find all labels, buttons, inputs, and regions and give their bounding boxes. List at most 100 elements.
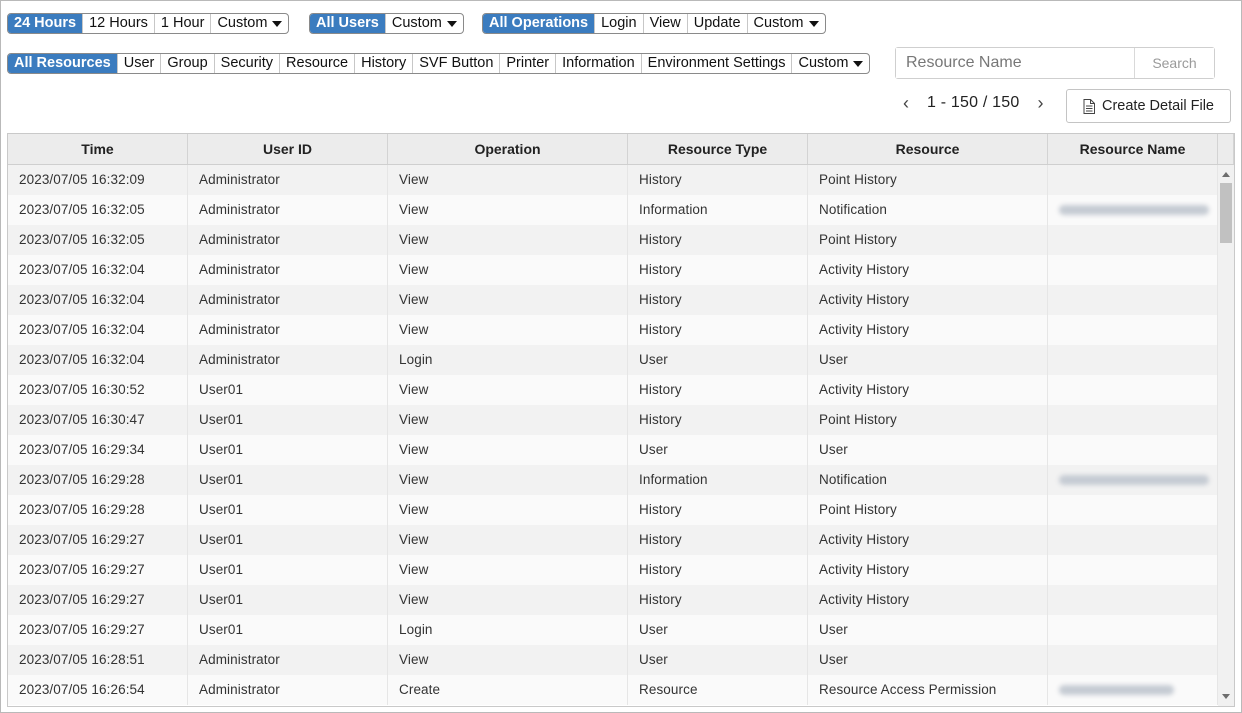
create-detail-file-button[interactable]: Create Detail File xyxy=(1066,89,1231,123)
cell-operation: View xyxy=(388,405,628,435)
resource-name-search: Search xyxy=(895,47,1215,79)
table-row[interactable]: 2023/07/05 16:30:52 User01 View History Acti… xyxy=(8,375,1218,405)
cell-time: 2023/07/05 16:29:28 xyxy=(8,495,188,525)
cell-user-id: User01 xyxy=(188,465,388,495)
operations-filter-login[interactable]: Login xyxy=(594,14,642,33)
table-row[interactable]: 2023/07/05 16:29:28 User01 View History Poin… xyxy=(8,495,1218,525)
resources-filter-custom-label: Custom xyxy=(798,55,849,71)
caret-down-icon xyxy=(446,20,457,27)
operations-filter-all-operations[interactable]: All Operations xyxy=(483,14,595,33)
cell-time: 2023/07/05 16:29:27 xyxy=(8,525,188,555)
users-filter: All Users Custom xyxy=(309,13,464,34)
resources-filter-svf-button[interactable]: SVF Button xyxy=(412,54,499,73)
scroll-down-arrow-icon[interactable] xyxy=(1222,694,1230,699)
resources-filter-environment-settings[interactable]: Environment Settings xyxy=(640,54,792,73)
table-row[interactable]: 2023/07/05 16:32:04 Administrator Login Use… xyxy=(8,345,1218,375)
column-header-operation[interactable]: Operation xyxy=(388,134,628,164)
operations-filter-view[interactable]: View xyxy=(642,14,687,33)
cell-resource-name xyxy=(1048,645,1218,675)
table-row[interactable]: 2023/07/05 16:29:28 User01 View Information… xyxy=(8,465,1218,495)
chevron-right-icon[interactable]: › xyxy=(1029,93,1051,114)
scroll-up-arrow-icon[interactable] xyxy=(1222,172,1230,177)
cell-time: 2023/07/05 16:30:47 xyxy=(8,405,188,435)
resources-filter-user[interactable]: User xyxy=(116,54,161,73)
cell-resource-name xyxy=(1048,555,1218,585)
cell-user-id: User01 xyxy=(188,435,388,465)
chevron-left-icon[interactable]: ‹ xyxy=(895,93,917,114)
table-row[interactable]: 2023/07/05 16:30:47 User01 View History Poin… xyxy=(8,405,1218,435)
cell-user-id: Administrator xyxy=(188,675,388,705)
cell-resource: Activity History xyxy=(808,525,1048,555)
cell-operation: View xyxy=(388,645,628,675)
cell-user-id: Administrator xyxy=(188,165,388,195)
resources-filter-resource[interactable]: Resource xyxy=(279,54,354,73)
column-header-time[interactable]: Time xyxy=(8,134,188,164)
table-row[interactable]: 2023/07/05 16:29:27 User01 View History Acti… xyxy=(8,585,1218,615)
cell-resource: Resource Access Permission xyxy=(808,675,1048,705)
cell-resource-name xyxy=(1048,255,1218,285)
redacted-resource-name xyxy=(1059,685,1174,695)
cell-resource-type: History xyxy=(628,405,808,435)
column-header-user-id[interactable]: User ID xyxy=(188,134,388,164)
time-filter-12-hours[interactable]: 12 Hours xyxy=(82,14,154,33)
caret-down-icon xyxy=(853,60,864,67)
caret-down-icon xyxy=(808,20,819,27)
table-row[interactable]: 2023/07/05 16:29:27 User01 Login User User xyxy=(8,615,1218,645)
resources-filter-printer[interactable]: Printer xyxy=(499,54,555,73)
table-row[interactable]: 2023/07/05 16:32:04 Administrator View Hist… xyxy=(8,285,1218,315)
time-filter-custom-label: Custom xyxy=(217,15,268,31)
cell-resource-name xyxy=(1048,195,1218,225)
table-row[interactable]: 2023/07/05 16:29:27 User01 View History Acti… xyxy=(8,555,1218,585)
resources-filter-group[interactable]: Group xyxy=(160,54,213,73)
table-row[interactable]: 2023/07/05 16:29:27 User01 View History Acti… xyxy=(8,525,1218,555)
cell-operation: View xyxy=(388,315,628,345)
cell-resource-type: History xyxy=(628,225,808,255)
operations-filter-custom-dropdown[interactable]: Custom xyxy=(746,14,825,33)
time-filter-custom-dropdown[interactable]: Custom xyxy=(210,14,288,33)
cell-time: 2023/07/05 16:32:05 xyxy=(8,195,188,225)
table-row[interactable]: 2023/07/05 16:32:04 Administrator View Hist… xyxy=(8,315,1218,345)
column-header-resource[interactable]: Resource xyxy=(808,134,1048,164)
cell-time: 2023/07/05 16:29:34 xyxy=(8,435,188,465)
table-row[interactable]: 2023/07/05 16:28:51 Administrator View User… xyxy=(8,645,1218,675)
vertical-scrollbar[interactable] xyxy=(1218,165,1234,706)
cell-resource-name xyxy=(1048,495,1218,525)
resources-filter-custom-dropdown[interactable]: Custom xyxy=(791,54,869,73)
cell-operation: View xyxy=(388,195,628,225)
cell-time: 2023/07/05 16:29:27 xyxy=(8,585,188,615)
resources-filter-history[interactable]: History xyxy=(354,54,412,73)
cell-operation: View xyxy=(388,285,628,315)
cell-resource-name xyxy=(1048,465,1218,495)
scrollbar-header-spacer xyxy=(1218,134,1234,164)
cell-operation: View xyxy=(388,465,628,495)
search-button[interactable]: Search xyxy=(1134,48,1214,78)
cell-time: 2023/07/05 16:32:04 xyxy=(8,315,188,345)
resources-filter-information[interactable]: Information xyxy=(555,54,641,73)
operations-filter-update[interactable]: Update xyxy=(686,14,747,33)
resources-filter-all-resources[interactable]: All Resources xyxy=(8,54,117,73)
scrollbar-thumb[interactable] xyxy=(1220,183,1232,243)
cell-resource: Point History xyxy=(808,495,1048,525)
cell-resource: Notification xyxy=(808,195,1048,225)
resource-name-search-input[interactable] xyxy=(896,48,1134,78)
table-row[interactable]: 2023/07/05 16:32:05 Administrator View Hist… xyxy=(8,225,1218,255)
cell-resource: User xyxy=(808,615,1048,645)
cell-resource-name xyxy=(1048,165,1218,195)
cell-resource: Activity History xyxy=(808,585,1048,615)
time-filter-1-hour[interactable]: 1 Hour xyxy=(153,14,211,33)
time-filter-24-hours[interactable]: 24 Hours xyxy=(8,14,83,33)
cell-resource: Activity History xyxy=(808,285,1048,315)
table-row[interactable]: 2023/07/05 16:29:34 User01 View User User xyxy=(8,435,1218,465)
column-header-resource-name[interactable]: Resource Name xyxy=(1048,134,1218,164)
users-filter-custom-dropdown[interactable]: Custom xyxy=(384,14,463,33)
column-header-resource-type[interactable]: Resource Type xyxy=(628,134,808,164)
cell-resource: Activity History xyxy=(808,315,1048,345)
table-row[interactable]: 2023/07/05 16:32:09 Administrator View Hist… xyxy=(8,165,1218,195)
cell-operation: View xyxy=(388,435,628,465)
table-row[interactable]: 2023/07/05 16:26:54 Administrator Create Re… xyxy=(8,675,1218,705)
table-row[interactable]: 2023/07/05 16:32:04 Administrator View Hist… xyxy=(8,255,1218,285)
resources-filter-security[interactable]: Security xyxy=(213,54,279,73)
table-row[interactable]: 2023/07/05 16:32:05 Administrator View Info… xyxy=(8,195,1218,225)
operations-filter: All Operations Login View Update Custom xyxy=(482,13,826,34)
users-filter-all-users[interactable]: All Users xyxy=(310,14,385,33)
